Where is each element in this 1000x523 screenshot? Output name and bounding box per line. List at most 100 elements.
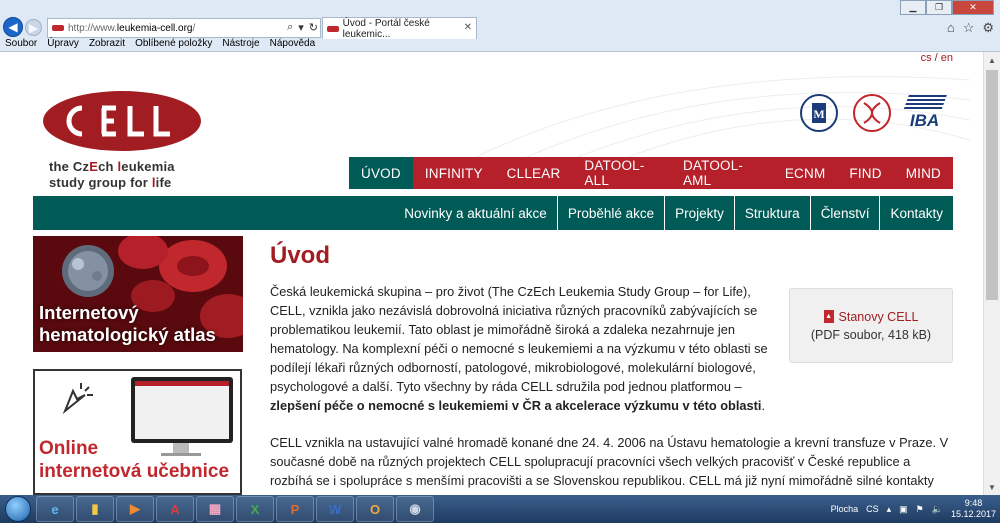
main-menu-find[interactable]: FIND [837,157,893,189]
flag-icon[interactable]: ⚑ [916,504,924,515]
taskbar-powerpoint[interactable]: P [276,496,314,522]
start-button[interactable] [0,495,36,523]
browser-chrome: ◀ ▶ http://www. leukemia-cell.org / ⌕ ▾ ↻ … [0,0,1000,52]
main-menu-ecnm[interactable]: ECNM [773,157,838,189]
windows-start-icon [5,496,31,522]
powerpoint-icon: P [290,501,300,517]
main-menu-datool-all[interactable]: DATOOL-ALL [572,157,671,189]
online-textbook-banner[interactable]: Online internetová učebnice [33,369,242,495]
sub-menu-kontakty[interactable]: Kontakty [879,196,953,230]
taskbar-excel[interactable]: X [236,496,274,522]
cell-logo[interactable]: the CzEch leukemia study group for life [42,90,204,191]
history-paragraph: CELL vznikla na ustavující valné hromadě… [270,435,949,488]
audio-icon: ◉ [409,501,421,516]
taskbar-internet-explorer[interactable]: e [36,496,74,522]
input-language[interactable]: CS [866,504,879,514]
statutes-pdf-link[interactable]: ▲ Stanovy CELL [823,310,918,324]
vertical-scrollbar[interactable]: ▲ ▼ [983,52,1000,495]
menu-soubor[interactable]: Soubor [5,38,37,52]
word-icon: W [328,501,342,517]
main-menu-mind[interactable]: MIND [894,157,953,189]
cursor-click-icon [62,383,93,415]
home-icon[interactable]: ⌂ [947,20,955,36]
dna-institute-logo[interactable] [850,92,893,134]
refresh-icon[interactable]: ↻ [309,21,318,34]
main-menu: ÚVOD INFINITY CLLEAR DATOOL-ALL DATOOL-A… [349,157,953,189]
partner-logos: M IBA [797,92,947,134]
window-close-button[interactable]: ✕ [952,0,994,15]
menu-napoveda[interactable]: Nápověda [270,38,316,52]
sub-menu-clenstvi[interactable]: Členství [809,196,880,230]
taskbar-word[interactable]: W [316,496,354,522]
sub-menu-probehle-akce[interactable]: Proběhlé akce [556,196,664,230]
taskbar-paint[interactable]: ▦ [196,496,234,522]
statutes-download-box: ▲ Stanovy CELL (PDF soubor, 418 kB) [789,288,953,363]
minimize-button[interactable]: ▁ [900,0,926,15]
url-suffix: / [192,22,196,34]
main-menu-datool-aml[interactable]: DATOOL-AML [671,157,773,189]
dropdown-icon[interactable]: ▾ [298,21,304,34]
scroll-up-icon[interactable]: ▲ [984,52,1000,68]
back-button[interactable]: ◀ [3,17,23,37]
scroll-thumb[interactable] [986,70,998,300]
menu-upravy[interactable]: Úpravy [47,38,79,52]
atlas-label: Internetový hematologický atlas [39,302,216,345]
sub-menu: Novinky a aktuální akce Proběhlé akce Pr… [33,196,953,230]
intro-paragraph: Česká leukemická skupina – pro život (Th… [270,284,768,413]
taskbar-outlook[interactable]: O [356,496,394,522]
pdf-icon: ▲ [823,310,834,323]
sub-menu-struktura[interactable]: Struktura [733,196,810,230]
arrow-right-icon: ▶ [28,20,39,35]
folder-icon: ▮ [91,501,99,516]
clock[interactable]: 9:48 15.12.2017 [951,498,996,520]
pdf-file-info: (PDF soubor, 418 kB) [810,327,932,342]
browser-tools: ⌂ ☆ ⚙ [947,20,994,36]
site-favicon-icon [52,25,64,31]
masaryk-university-logo[interactable]: M [797,92,840,134]
address-bar[interactable]: http://www. leukemia-cell.org / ⌕ ▾ ↻ [47,18,321,38]
tab-title: Úvod - Portál české leukemic... [342,17,430,40]
system-tray: Plocha CS ▴ ▣ ⚑ 🔈 9:48 15.12.2017 [831,495,996,523]
volume-icon[interactable]: 🔈 [932,504,943,515]
textbook-label: Online internetová učebnice [39,438,230,482]
windows-taskbar: e ▮ ▶ A ▦ X P W O ◉ Plocha CS ▴ ▣ ⚑ 🔈 9:… [0,495,1000,523]
window-controls: ▁ ❐ ✕ [900,0,994,15]
maximize-button[interactable]: ❐ [926,0,952,15]
menu-nastroje[interactable]: Nástroje [222,38,259,52]
browser-tab[interactable]: Úvod - Portál české leukemic... ✕ [322,17,477,40]
taskbar-acrobat[interactable]: A [156,496,194,522]
svg-text:M: M [813,107,824,121]
tab-favicon-icon [327,25,339,32]
menu-oblibene[interactable]: Oblíbené položky [135,38,212,52]
taskbar-explorer[interactable]: ▮ [76,496,114,522]
internet-explorer-icon: e [51,501,59,517]
main-menu-uvod[interactable]: ÚVOD [349,157,413,189]
main-menu-cllear[interactable]: CLLEAR [495,157,573,189]
arrow-left-icon: ◀ [8,20,18,34]
url-prefix: http://www. [68,22,117,34]
favorites-star-icon[interactable]: ☆ [963,20,975,36]
settings-gear-icon[interactable]: ⚙ [982,20,994,36]
hematology-atlas-banner[interactable]: Internetový hematologický atlas [33,236,243,352]
outlook-icon: O [369,501,381,517]
search-icon[interactable]: ⌕ [287,21,293,34]
media-player-icon: ▶ [130,501,140,516]
taskbar-media-player[interactable]: ▶ [116,496,154,522]
sub-menu-projekty[interactable]: Projekty [664,196,734,230]
network-icon[interactable]: ▣ [899,504,908,515]
cell-logo-mark [43,91,201,151]
menu-zobrazit[interactable]: Zobrazit [89,38,125,52]
main-menu-infinity[interactable]: INFINITY [413,157,495,189]
iba-logo[interactable]: IBA [902,92,947,134]
main-content: Úvod Česká leukemická skupina – pro živo… [270,242,960,490]
url-domain: leukemia-cell.org [116,22,193,34]
sub-menu-novinky[interactable]: Novinky a aktuální akce [394,196,557,230]
close-tab-icon[interactable]: ✕ [464,22,472,33]
taskbar-audio[interactable]: ◉ [396,496,434,522]
forward-button[interactable]: ▶ [25,19,42,36]
scroll-down-icon[interactable]: ▼ [984,479,1000,495]
tray-arrow-icon[interactable]: ▴ [887,504,892,515]
show-desktop-label[interactable]: Plocha [831,504,859,514]
paint-icon: ▦ [208,501,222,516]
monitor-icon [131,377,233,443]
